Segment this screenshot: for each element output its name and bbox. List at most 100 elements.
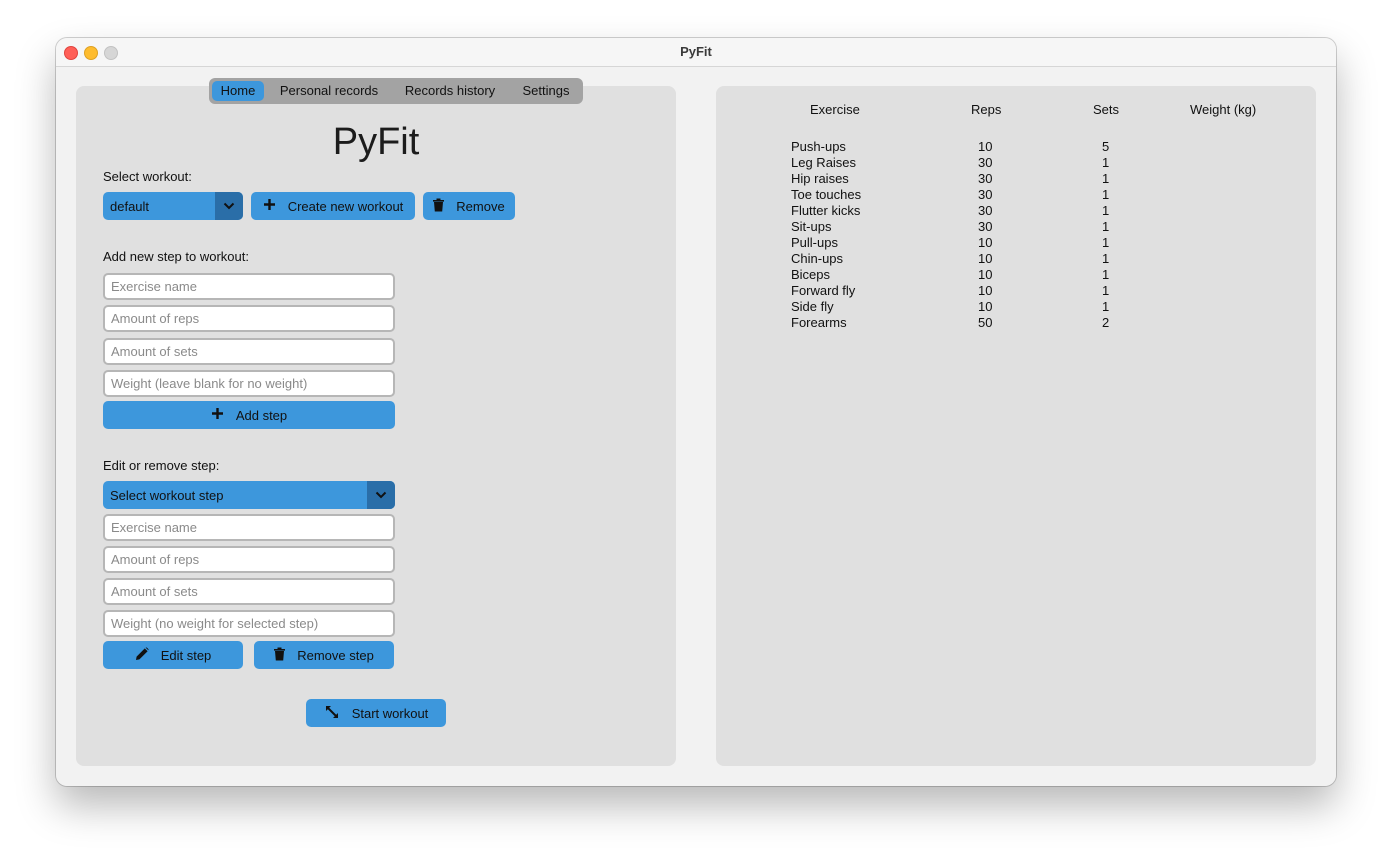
- row-sets: 1: [1102, 203, 1110, 218]
- expand-icon: [324, 704, 352, 723]
- remove-workout-label: Remove: [456, 198, 505, 214]
- title-bar: PyFit: [56, 38, 1336, 67]
- table-row: Pull-ups 10 1: [716, 235, 1316, 251]
- add-weight-input[interactable]: [103, 370, 395, 397]
- row-reps: 10: [978, 283, 993, 298]
- table-row: Biceps 10 1: [716, 267, 1316, 283]
- row-reps: 30: [978, 187, 993, 202]
- row-reps: 10: [978, 267, 993, 282]
- table-row: Side fly 10 1: [716, 299, 1316, 315]
- chevron-down-icon: [367, 481, 395, 509]
- trash-icon: [274, 647, 297, 664]
- tab-home[interactable]: Home: [212, 81, 264, 101]
- row-exercise: Toe touches: [791, 187, 862, 202]
- row-reps: 10: [978, 235, 993, 250]
- row-exercise: Side fly: [791, 299, 834, 314]
- row-reps: 10: [978, 251, 993, 266]
- row-exercise: Forward fly: [791, 283, 856, 298]
- edit-step-button-label: Edit step: [160, 647, 212, 663]
- add-step-label: Add new step to workout:: [103, 249, 249, 264]
- row-sets: 1: [1102, 187, 1110, 202]
- window-title: PyFit: [680, 44, 712, 59]
- table-row: Chin-ups 10 1: [716, 251, 1316, 267]
- table-row: Forward fly 10 1: [716, 283, 1316, 299]
- create-workout-label: Create new workout: [287, 198, 404, 214]
- table-row: Flutter kicks 30 1: [716, 203, 1316, 219]
- row-sets: 5: [1102, 139, 1110, 154]
- start-workout-button-label: Start workout: [351, 705, 429, 721]
- workout-steps-panel: Exercise Reps Sets Weight (kg) Push-ups 1…: [716, 86, 1316, 766]
- add-step-button[interactable]: Add step: [103, 401, 395, 429]
- row-sets: 2: [1102, 315, 1110, 330]
- create-workout-button[interactable]: Create new workout: [251, 192, 415, 220]
- table-row: Sit-ups 30 1: [716, 219, 1316, 235]
- row-sets: 1: [1102, 219, 1110, 234]
- header-reps: Reps: [971, 102, 1002, 117]
- row-exercise: Chin-ups: [791, 251, 844, 266]
- workout-select-value: default: [110, 199, 150, 214]
- row-sets: 1: [1102, 235, 1110, 250]
- window-content: Home Personal records Records history Se…: [56, 67, 1336, 786]
- header-exercise: Exercise: [810, 102, 860, 117]
- tab-personal-records[interactable]: Personal records: [270, 81, 388, 101]
- row-reps: 30: [978, 219, 993, 234]
- row-sets: 1: [1102, 155, 1110, 170]
- row-reps: 50: [978, 315, 993, 330]
- remove-step-button-label: Remove step: [297, 647, 374, 663]
- row-reps: 30: [978, 155, 993, 170]
- add-reps-input[interactable]: [103, 305, 395, 332]
- app-window: PyFit Home Personal records Records hist…: [56, 38, 1336, 786]
- trash-icon: [433, 198, 456, 215]
- home-panel: Home Personal records Records history Se…: [76, 78, 676, 766]
- row-exercise: Forearms: [791, 315, 847, 330]
- workout-step-select-value: Select workout step: [110, 488, 224, 503]
- start-workout-button[interactable]: Start workout: [306, 699, 446, 727]
- plus-icon: [263, 198, 288, 214]
- edit-step-button[interactable]: Edit step: [103, 641, 243, 669]
- add-exercise-name-input[interactable]: [103, 273, 395, 300]
- row-exercise: Flutter kicks: [791, 203, 861, 218]
- table-row: Leg Raises 30 1: [716, 155, 1316, 171]
- row-exercise: Hip raises: [791, 171, 849, 186]
- row-exercise: Biceps: [791, 267, 831, 282]
- add-sets-input[interactable]: [103, 338, 395, 365]
- row-sets: 1: [1102, 251, 1110, 266]
- table-row: Forearms 50 2: [716, 315, 1316, 331]
- edit-step-label: Edit or remove step:: [103, 458, 220, 473]
- table-row: Push-ups 10 5: [716, 139, 1316, 155]
- row-exercise: Sit-ups: [791, 219, 832, 234]
- table-row: Hip raises 30 1: [716, 171, 1316, 187]
- row-exercise: Pull-ups: [791, 235, 838, 250]
- edit-reps-input[interactable]: [103, 546, 395, 573]
- app-title: PyFit: [332, 121, 420, 163]
- remove-workout-button[interactable]: Remove: [423, 192, 515, 220]
- select-workout-label: Select workout:: [103, 169, 192, 184]
- edit-exercise-name-input[interactable]: [103, 514, 395, 541]
- workout-step-select[interactable]: Select workout step: [103, 481, 395, 509]
- row-reps: 30: [978, 203, 993, 218]
- workout-select[interactable]: default: [103, 192, 243, 220]
- row-exercise: Leg Raises: [791, 155, 857, 170]
- row-sets: 1: [1102, 283, 1110, 298]
- add-step-button-label: Add step: [235, 407, 288, 423]
- remove-step-button[interactable]: Remove step: [254, 641, 394, 669]
- plus-icon: [211, 407, 236, 423]
- tab-bar: Home Personal records Records history Se…: [209, 78, 583, 104]
- tab-records-history[interactable]: Records history: [395, 81, 505, 101]
- row-sets: 1: [1102, 299, 1110, 314]
- workout-steps-table: Push-ups 10 5 Leg Raises 30 1 Hip raises 30 1 …: [716, 139, 1316, 331]
- row-sets: 1: [1102, 171, 1110, 186]
- header-sets: Sets: [1093, 102, 1120, 117]
- table-row: Toe touches 30 1: [716, 187, 1316, 203]
- row-reps: 10: [978, 139, 993, 154]
- row-exercise: Push-ups: [791, 139, 846, 154]
- header-weight: Weight (kg): [1190, 102, 1257, 117]
- edit-sets-input[interactable]: [103, 578, 395, 605]
- edit-weight-input[interactable]: [103, 610, 395, 637]
- pencil-icon: [135, 647, 161, 664]
- row-reps: 10: [978, 299, 993, 314]
- row-sets: 1: [1102, 267, 1110, 282]
- tab-settings[interactable]: Settings: [513, 81, 579, 101]
- chevron-down-icon: [215, 192, 243, 220]
- row-reps: 30: [978, 171, 993, 186]
